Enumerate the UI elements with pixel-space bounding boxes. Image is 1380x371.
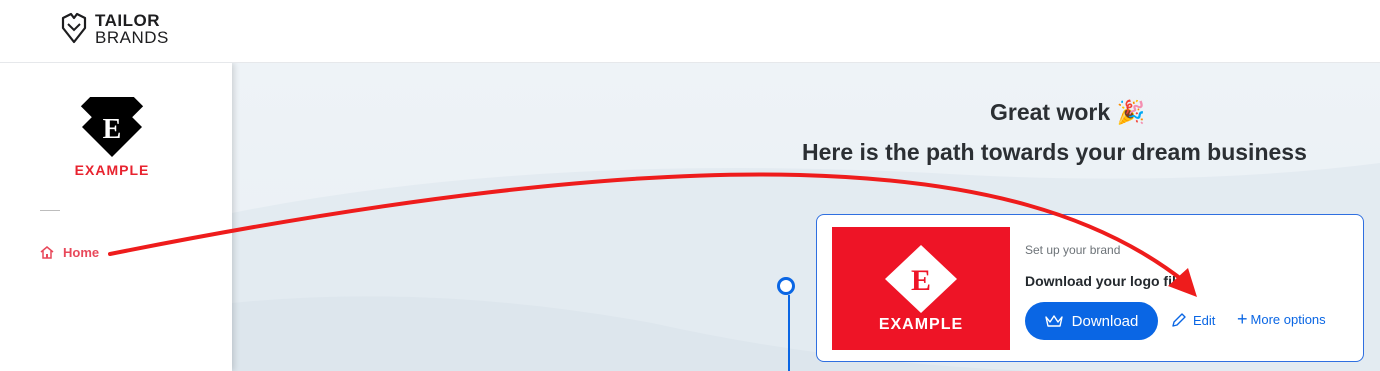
page-title: Great work 🎉 bbox=[990, 99, 1146, 125]
brand-setup-card: E EXAMPLE Set up your brand Download you… bbox=[816, 214, 1364, 362]
crown-icon bbox=[1044, 315, 1063, 327]
preview-letter: E bbox=[911, 264, 931, 297]
diamond-shield-icon bbox=[61, 12, 87, 44]
sidebar-item-label: Home bbox=[63, 245, 100, 260]
card-title: Download your logo files bbox=[1025, 273, 1192, 289]
pencil-icon bbox=[1172, 313, 1186, 327]
home-icon bbox=[40, 246, 54, 259]
logo-letter: E bbox=[103, 114, 122, 145]
sidebar-item-home[interactable]: Home bbox=[40, 245, 99, 260]
more-options-link[interactable]: + More options bbox=[1237, 309, 1326, 329]
sidebar: E EXAMPLE Home bbox=[0, 63, 232, 371]
download-label: Download bbox=[1071, 312, 1139, 330]
timeline-line bbox=[788, 295, 790, 371]
example-logo-mark: E bbox=[80, 97, 144, 157]
brand-name-line1: TAILOR bbox=[95, 11, 161, 30]
more-options-label: More options bbox=[1250, 312, 1326, 327]
download-button[interactable]: Download bbox=[1025, 302, 1158, 340]
tailor-brands-logo[interactable]: TAILOR BRANDS bbox=[57, 12, 169, 46]
edit-link[interactable]: Edit bbox=[1171, 312, 1215, 328]
page-subtitle: Here is the path towards your dream busi… bbox=[802, 139, 1307, 165]
logo-preview-mark: E bbox=[885, 245, 957, 313]
card-subtitle: Set up your brand bbox=[1025, 243, 1121, 257]
logo-preview[interactable]: E EXAMPLE bbox=[832, 227, 1010, 350]
preview-wordmark: EXAMPLE bbox=[878, 316, 964, 333]
brand-name-line2: BRANDS bbox=[95, 28, 169, 47]
main-content: Great work 🎉 Here is the path towards yo… bbox=[232, 63, 1380, 371]
edit-label: Edit bbox=[1193, 312, 1216, 328]
sidebar-divider bbox=[40, 210, 60, 211]
top-bar: TAILOR BRANDS bbox=[0, 0, 1380, 63]
timeline-step-marker bbox=[777, 277, 795, 295]
logo-wordmark: EXAMPLE bbox=[74, 162, 150, 178]
plus-icon: + bbox=[1237, 309, 1248, 329]
